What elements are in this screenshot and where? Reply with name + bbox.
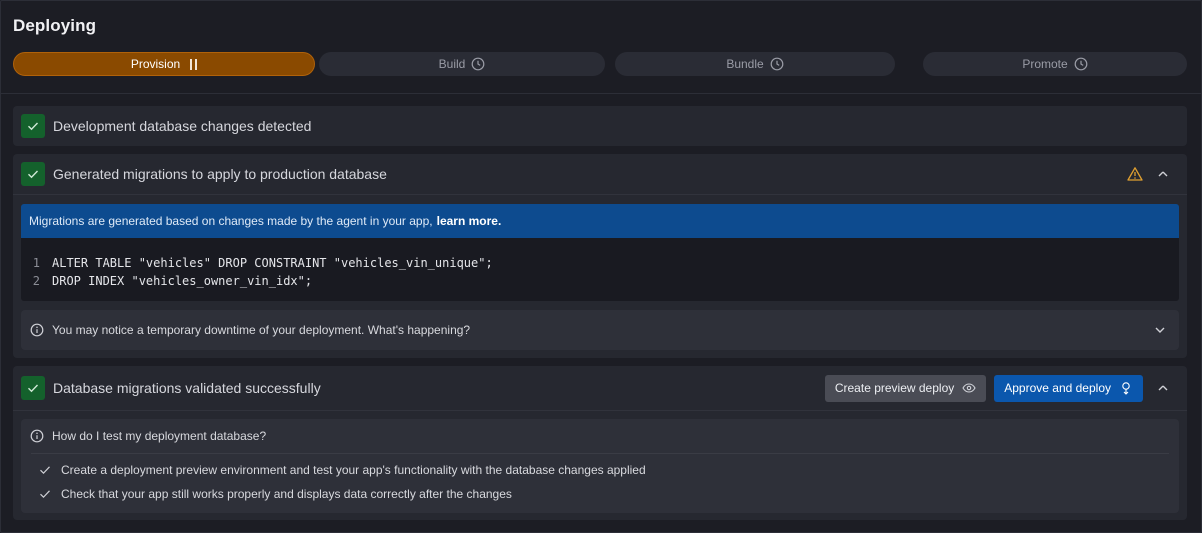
- header: Deploying: [13, 16, 96, 36]
- clock-icon: [770, 57, 784, 71]
- card-divider: [13, 194, 1187, 195]
- step-bundle[interactable]: Bundle: [615, 52, 895, 76]
- success-check-icon: [21, 376, 45, 400]
- header-divider: [1, 93, 1202, 94]
- list-item: Create a deployment preview environment …: [21, 458, 1179, 482]
- learn-more-link[interactable]: learn more.: [437, 214, 502, 228]
- test-list: Create a deployment preview environment …: [21, 454, 1179, 506]
- info-icon: [30, 323, 44, 337]
- button-label: Create preview deploy: [834, 381, 955, 395]
- card-header-actions: [1127, 154, 1175, 194]
- create-preview-deploy-button[interactable]: Create preview deploy: [824, 374, 987, 402]
- step-label: Build: [438, 57, 466, 71]
- test-question: How do I test my deployment database?: [21, 419, 1179, 453]
- step-label: Provision: [130, 57, 181, 71]
- code-text: DROP INDEX "vehicles_owner_vin_idx";: [52, 274, 313, 288]
- button-label: Approve and deploy: [1004, 381, 1111, 395]
- card-divider: [13, 410, 1187, 411]
- clock-icon: [471, 57, 485, 71]
- card-title: Generated migrations to apply to product…: [53, 166, 387, 182]
- success-check-icon: [21, 114, 45, 138]
- card-title: Development database changes detected: [53, 118, 312, 134]
- notice-text: You may notice a temporary downtime of y…: [52, 323, 471, 337]
- check-icon: [40, 490, 50, 499]
- line-number: 2: [32, 274, 40, 288]
- step-label: Promote: [1022, 57, 1068, 71]
- pause-icon: [190, 58, 198, 70]
- question-text: How do I test my deployment database?: [52, 429, 267, 443]
- list-item-text: Create a deployment preview environment …: [61, 463, 646, 477]
- line-number: 1: [32, 256, 40, 270]
- card-header-actions: Create preview deploy Approve and deploy: [824, 366, 1175, 410]
- list-item-text: Check that your app still works properly…: [61, 487, 512, 501]
- migration-code-block: 1 ALTER TABLE "vehicles" DROP CONSTRAINT…: [21, 238, 1179, 301]
- card-changes-detected: Development database changes detected: [13, 106, 1187, 146]
- code-text: ALTER TABLE "vehicles" DROP CONSTRAINT "…: [52, 256, 493, 270]
- deploy-stepper: Provision Build Bundle Promote: [13, 52, 1187, 76]
- banner-text: Migrations are generated based on change…: [29, 214, 433, 228]
- chevron-down-icon[interactable]: [1153, 323, 1167, 337]
- card-header[interactable]: Database migrations validated successful…: [13, 366, 1187, 410]
- list-item: Check that your app still works properly…: [21, 482, 1179, 506]
- eye-icon: [962, 383, 976, 393]
- success-check-icon: [21, 162, 45, 186]
- page-title: Deploying: [13, 16, 97, 35]
- code-line: 2 DROP INDEX "vehicles_owner_vin_idx";: [21, 272, 1179, 290]
- step-provision[interactable]: Provision: [13, 52, 315, 76]
- test-guidance-panel: How do I test my deployment database? Cr…: [21, 419, 1179, 513]
- step-build[interactable]: Build: [319, 52, 605, 76]
- check-icon: [40, 466, 50, 475]
- step-promote[interactable]: Promote: [923, 52, 1187, 76]
- info-banner: Migrations are generated based on change…: [21, 204, 1179, 238]
- downtime-notice[interactable]: You may notice a temporary downtime of y…: [21, 310, 1179, 350]
- card-header: Development database changes detected: [13, 106, 1187, 146]
- card-title: Database migrations validated successful…: [53, 380, 321, 396]
- approve-and-deploy-button[interactable]: Approve and deploy: [994, 374, 1143, 402]
- chevron-up-icon[interactable]: [1151, 166, 1175, 182]
- chevron-up-icon[interactable]: [1151, 380, 1175, 396]
- info-icon: [30, 429, 44, 443]
- code-line: 1 ALTER TABLE "vehicles" DROP CONSTRAINT…: [21, 254, 1179, 272]
- deploy-panel: Deploying Provision Build Bundle Promote…: [0, 0, 1202, 533]
- warning-icon: [1127, 167, 1143, 181]
- step-label: Bundle: [726, 57, 764, 71]
- deploy-icon: [1122, 382, 1130, 395]
- card-header[interactable]: Generated migrations to apply to product…: [13, 154, 1187, 194]
- clock-icon: [1074, 57, 1088, 71]
